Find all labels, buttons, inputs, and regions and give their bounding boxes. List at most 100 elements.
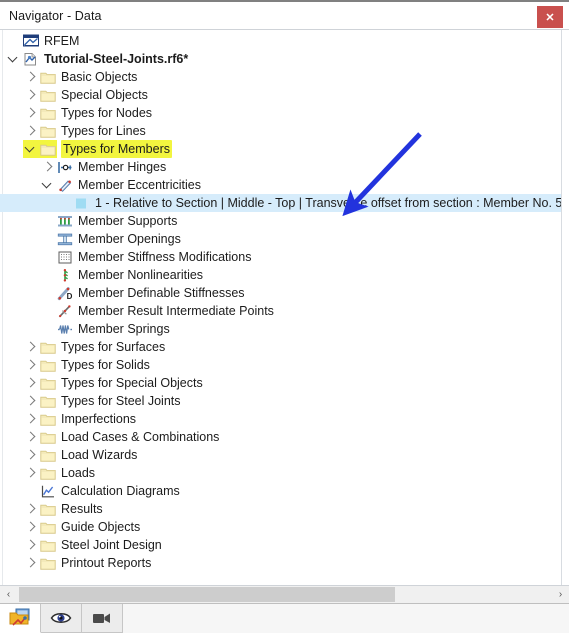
- tab-views[interactable]: [41, 604, 82, 633]
- tree-item-label: Results: [61, 502, 103, 516]
- tree-item-label: Member Eccentricities: [78, 178, 201, 192]
- folder-icon: [39, 518, 57, 536]
- tree-item-label: 1 - Relative to Section | Middle - Top |…: [95, 196, 569, 210]
- scroll-right-arrow-icon[interactable]: ›: [552, 586, 569, 603]
- svg-text:D: D: [67, 292, 73, 301]
- tree-item-member-supports[interactable]: Member Supports: [0, 212, 569, 230]
- tree-item-label: Member Result Intermediate Points: [78, 304, 274, 318]
- chevron-right-icon[interactable]: [23, 536, 39, 554]
- chevron-right-icon[interactable]: [23, 554, 39, 572]
- tree-item-member-stiffness-modifications[interactable]: Member Stiffness Modifications: [0, 248, 569, 266]
- tree-item-printout-reports[interactable]: Printout Reports: [0, 554, 569, 572]
- tab-clips[interactable]: [82, 604, 123, 633]
- chevron-none: [40, 284, 56, 302]
- close-button[interactable]: ✕: [537, 6, 563, 28]
- tree-item-label: Load Cases & Combinations: [61, 430, 220, 444]
- chevron-right-icon[interactable]: [23, 104, 39, 122]
- tree-item-types-for-special-objects[interactable]: Types for Special Objects: [0, 374, 569, 392]
- folder-icon: [39, 104, 57, 122]
- folder-icon: [39, 536, 57, 554]
- tree-item-types-for-solids[interactable]: Types for Solids: [0, 356, 569, 374]
- views-eye-icon: [50, 613, 72, 623]
- scroll-left-arrow-icon[interactable]: ‹: [0, 586, 17, 603]
- tree-item-member-openings[interactable]: Member Openings: [0, 230, 569, 248]
- tree-item-basic-objects[interactable]: Basic Objects: [0, 68, 569, 86]
- navigator-tree: RFEM Tutorial-Steel-Joints.rf6* Basic Obje…: [0, 32, 569, 572]
- window-title: Navigator - Data: [9, 9, 102, 23]
- tab-data[interactable]: [0, 604, 41, 633]
- tree-item-member-result-intermediate-points[interactable]: Member Result Intermediate Points: [0, 302, 569, 320]
- tree-item-model-file[interactable]: Tutorial-Steel-Joints.rf6*: [0, 50, 569, 68]
- tree-item-label: Tutorial-Steel-Joints.rf6*: [44, 52, 189, 66]
- scrollbar-thumb[interactable]: [19, 587, 395, 602]
- tree-item-member-springs[interactable]: Member Springs: [0, 320, 569, 338]
- tree-item-label: Steel Joint Design: [61, 538, 162, 552]
- horizontal-scrollbar[interactable]: ‹ ›: [0, 586, 569, 603]
- folder-icon: [39, 356, 57, 374]
- member-spring-icon: [56, 320, 74, 338]
- tree-item-label: Member Springs: [78, 322, 170, 336]
- tree-item-guide-objects[interactable]: Guide Objects: [0, 518, 569, 536]
- chevron-right-icon[interactable]: [23, 410, 39, 428]
- tree-item-load-cases-combinations[interactable]: Load Cases & Combinations: [0, 428, 569, 446]
- folder-icon: [39, 374, 57, 392]
- tree-item-types-for-surfaces[interactable]: Types for Surfaces: [0, 338, 569, 356]
- chevron-right-icon[interactable]: [23, 392, 39, 410]
- tree-item-member-eccentricities[interactable]: Member Eccentricities: [0, 176, 569, 194]
- chevron-down-icon[interactable]: [6, 50, 22, 68]
- chevron-right-icon[interactable]: [23, 518, 39, 536]
- tree-item-load-wizards[interactable]: Load Wizards: [0, 446, 569, 464]
- tree-item-types-for-lines[interactable]: Types for Lines: [0, 122, 569, 140]
- chevron-right-icon[interactable]: [23, 428, 39, 446]
- tree-item-member-hinges[interactable]: Member Hinges: [0, 158, 569, 176]
- tree-item-calculation-diagrams[interactable]: Calculation Diagrams: [0, 482, 569, 500]
- tree-item-rfem[interactable]: RFEM: [0, 32, 569, 50]
- tree-item-label: Member Supports: [78, 214, 178, 228]
- tree-item-label: Types for Special Objects: [61, 376, 203, 390]
- window-titlebar: Navigator - Data ✕: [0, 0, 569, 29]
- member-hinge-icon: [56, 158, 74, 176]
- chevron-right-icon[interactable]: [23, 356, 39, 374]
- chevron-right-icon[interactable]: [23, 500, 39, 518]
- tree-item-results[interactable]: Results: [0, 500, 569, 518]
- chevron-down-icon[interactable]: [23, 140, 39, 158]
- tree-item-steel-joint-design[interactable]: Steel Joint Design: [0, 536, 569, 554]
- chevron-right-icon[interactable]: [23, 86, 39, 104]
- chevron-down-icon[interactable]: [40, 176, 56, 194]
- tree-item-label: Calculation Diagrams: [61, 484, 180, 498]
- chevron-right-icon[interactable]: [23, 338, 39, 356]
- chevron-right-icon[interactable]: [23, 446, 39, 464]
- chevron-right-icon[interactable]: [23, 374, 39, 392]
- tree-item-label: Special Objects: [61, 88, 148, 102]
- tree-item-label: Member Stiffness Modifications: [78, 250, 252, 264]
- chevron-right-icon[interactable]: [23, 464, 39, 482]
- navigator-window: Navigator - Data ✕ RFEM Tutorial-Steel-Jo…: [0, 0, 569, 633]
- tree-item-label: Types for Solids: [61, 358, 150, 372]
- chevron-right-icon[interactable]: [23, 68, 39, 86]
- chevron-right-icon[interactable]: [40, 158, 56, 176]
- tree-item-special-objects[interactable]: Special Objects: [0, 86, 569, 104]
- tree-item-loads[interactable]: Loads: [0, 464, 569, 482]
- tree-item-types-for-members[interactable]: Types for Members: [0, 140, 569, 158]
- navigator-tab-strip: [0, 603, 569, 633]
- tree-item-imperfections[interactable]: Imperfections: [0, 410, 569, 428]
- tree-item-types-for-steel-joints[interactable]: Types for Steel Joints: [0, 392, 569, 410]
- tree-item-member-nonlinearities[interactable]: Member Nonlinearities: [0, 266, 569, 284]
- tree-item-eccentricity-1[interactable]: 1 - Relative to Section | Middle - Top |…: [0, 194, 569, 212]
- chevron-right-icon[interactable]: [23, 122, 39, 140]
- tree-item-types-for-nodes[interactable]: Types for Nodes: [0, 104, 569, 122]
- navigator-tree-panel[interactable]: RFEM Tutorial-Steel-Joints.rf6* Basic Obje…: [0, 29, 569, 586]
- member-definable-stiffness-icon: D: [56, 284, 74, 302]
- tree-item-member-definable-stiffnesses[interactable]: D Member Definable Stiffnesses: [0, 284, 569, 302]
- tree-item-label: Load Wizards: [61, 448, 138, 462]
- tree-item-label: Types for Lines: [61, 124, 146, 138]
